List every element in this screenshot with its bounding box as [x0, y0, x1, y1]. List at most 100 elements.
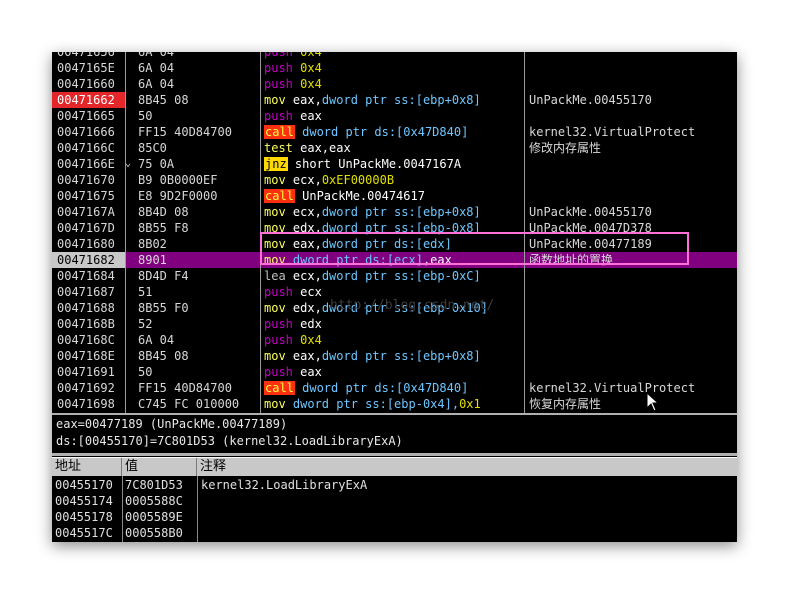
instruction-cell: mov eax,dword ptr ss:[ebp+0x8] — [260, 92, 526, 108]
dump-row[interactable]: 0045517C 000558B0 — [52, 525, 737, 541]
hex-cell: 8B55 F0 — [138, 301, 189, 315]
disasm-row[interactable]: 00471662 8B45 08 mov eax,dword ptr ss:[ebp… — [52, 92, 737, 108]
address-cell[interactable]: 00471656 — [52, 52, 125, 60]
address-cell[interactable]: 00471675 — [52, 188, 125, 204]
instruction-token: 0x4 — [300, 52, 322, 59]
instruction-token: 0x1 — [459, 397, 481, 411]
disasm-row[interactable]: 00471666 FF15 40D84700 call dword ptr ds:[… — [52, 124, 737, 140]
instruction-token: push — [264, 77, 301, 91]
column-header-value[interactable]: 值 — [122, 458, 197, 476]
disasm-row[interactable]: 0047167A 8B4D 08 mov ecx,dword ptr ss:[ebp… — [52, 204, 737, 220]
dump-value-cell: 000558B0 — [125, 526, 183, 540]
disasm-row[interactable]: 00471684 8D4D F4 lea ecx,dword ptr ss:[ebp… — [52, 268, 737, 284]
address-cell[interactable]: 00471660 — [52, 76, 125, 92]
comment-cell: 恢复内存属性 — [529, 397, 602, 411]
disasm-row[interactable]: 0047168B 52 push edx — [52, 316, 737, 332]
address-cell[interactable]: 0047166E — [52, 156, 125, 172]
address-cell[interactable]: 00471670 — [52, 172, 125, 188]
address-cell[interactable]: 0047168E — [52, 348, 125, 364]
instruction-token: edx, — [292, 301, 322, 315]
disasm-row[interactable]: 00471698 C745 FC 010000 mov dword ptr ss:[… — [52, 396, 737, 412]
dump-row[interactable]: 00455170 7C801D53 kernel32.LoadLibraryExA — [52, 477, 737, 493]
address-cell[interactable]: 00471666 — [52, 124, 125, 140]
dump-row[interactable]: 00455174 0005588C — [52, 493, 737, 509]
dump-addr-cell: 00455170 — [55, 478, 113, 492]
address-cell[interactable]: 00471684 — [52, 268, 125, 284]
instruction-cell: push 0x4 — [260, 52, 526, 60]
hex-cell: FF15 40D84700 — [138, 125, 232, 139]
disasm-row[interactable]: 00471670 B9 0B0000EF mov ecx,0xEF00000B — [52, 172, 737, 188]
disasm-row[interactable]: 0047166C 85C0 test eax,eax 修改内存属性 — [52, 140, 737, 156]
comment-cell — [524, 284, 737, 300]
comment-cell — [524, 108, 737, 124]
dump-pane[interactable]: 00455170 7C801D53 kernel32.LoadLibraryExA 0… — [52, 476, 737, 542]
hex-cell: 8B55 F8 — [138, 221, 189, 235]
dump-value-cell: 0005588C — [125, 494, 183, 508]
hex-cell: 6A 04 — [138, 52, 175, 59]
instruction-token: dword ptr ss:[ebp-0x4], — [292, 397, 460, 411]
disasm-row[interactable]: 0047166E ⌄ 75 0A jnz short UnPackMe.0047167… — [52, 156, 737, 172]
debugger-window: 00471656 6A 04 push 0x4 0047165E 6A 04 push 0… — [52, 52, 737, 542]
disasm-row[interactable]: 00471675 E8 9D2F0000 call UnPackMe.0047461… — [52, 188, 737, 204]
column-divider — [197, 476, 198, 542]
instruction-token: mov — [264, 301, 293, 315]
address-cell[interactable]: 00471682 — [52, 252, 125, 268]
disasm-row[interactable]: 00471692 FF15 40D84700 call dword ptr ds:[… — [52, 380, 737, 396]
instruction-token: edx — [300, 317, 322, 331]
instruction-token: eax,eax — [300, 141, 351, 155]
dump-row[interactable]: 00455178 0005589E — [52, 509, 737, 525]
address-cell[interactable]: 00471691 — [52, 364, 125, 380]
instruction-token: push — [264, 333, 301, 347]
hex-cell: 75 0A — [138, 157, 175, 171]
instruction-token: push — [264, 61, 301, 75]
hex-cell: 8B45 08 — [138, 349, 189, 363]
disasm-row[interactable]: 00471660 6A 04 push 0x4 — [52, 76, 737, 92]
address-cell[interactable]: 00471688 — [52, 300, 125, 316]
column-header-address[interactable]: 地址 — [52, 458, 122, 476]
instruction-token: lea — [264, 269, 293, 283]
address-cell[interactable]: 00471665 — [52, 108, 125, 124]
hex-cell: 8B45 08 — [138, 93, 189, 107]
address-cell[interactable]: 00471687 — [52, 284, 125, 300]
comment-cell: UnPackMe.00455170 — [529, 93, 652, 107]
instruction-token: jnz — [264, 157, 288, 171]
disasm-row[interactable]: 00471691 50 push eax — [52, 364, 737, 380]
address-cell[interactable]: 00471698 — [52, 396, 125, 412]
address-cell[interactable]: 0047168B — [52, 316, 125, 332]
instruction-cell: mov dword ptr ss:[ebp-0x4],0x1 — [260, 396, 526, 412]
column-header-comment[interactable]: 注释 — [197, 458, 737, 476]
comment-cell — [524, 52, 737, 60]
column-divider — [122, 476, 123, 542]
address-cell[interactable]: 00471680 — [52, 236, 125, 252]
disasm-row[interactable]: 00471656 6A 04 push 0x4 — [52, 52, 737, 60]
hex-cell: 6A 04 — [138, 77, 175, 91]
address-cell[interactable]: 0047167A — [52, 204, 125, 220]
disasm-row[interactable]: 0047165E 6A 04 push 0x4 — [52, 60, 737, 76]
breakpoint-address[interactable]: 00471662 — [52, 92, 125, 108]
instruction-cell: push 0x4 — [260, 332, 526, 348]
hex-cell: C745 FC 010000 — [138, 397, 240, 411]
address-cell[interactable]: 0047166C — [52, 140, 125, 156]
disasm-row[interactable]: 0047168C 6A 04 push 0x4 — [52, 332, 737, 348]
hex-cell: 6A 04 — [138, 61, 175, 75]
hex-cell: 8B4D 08 — [138, 205, 189, 219]
pane-separator[interactable] — [52, 453, 737, 456]
hex-cell: B9 0B0000EF — [138, 173, 218, 187]
hex-cell: 8901 — [138, 253, 167, 267]
address-cell[interactable]: 0047167D — [52, 220, 125, 236]
disasm-row[interactable]: 0047168E 8B45 08 mov eax,dword ptr ss:[ebp… — [52, 348, 737, 364]
address-cell[interactable]: 0047165E — [52, 60, 125, 76]
instruction-cell: call dword ptr ds:[0x47D840] — [260, 124, 526, 140]
instruction-token: call — [264, 381, 295, 395]
dump-header: 地址 值 注释 — [52, 457, 737, 476]
instruction-token: ecx — [300, 285, 322, 299]
jump-arrow-icon: ⌄ — [125, 158, 132, 169]
instruction-cell: push 0x4 — [260, 76, 526, 92]
comment-cell — [524, 188, 737, 204]
address-cell[interactable]: 00471692 — [52, 380, 125, 396]
instruction-token: mov — [264, 397, 293, 411]
comment-cell — [524, 300, 737, 316]
address-cell[interactable]: 0047168C — [52, 332, 125, 348]
disasm-row[interactable]: 00471665 50 push eax — [52, 108, 737, 124]
instruction-token: push — [264, 52, 301, 59]
